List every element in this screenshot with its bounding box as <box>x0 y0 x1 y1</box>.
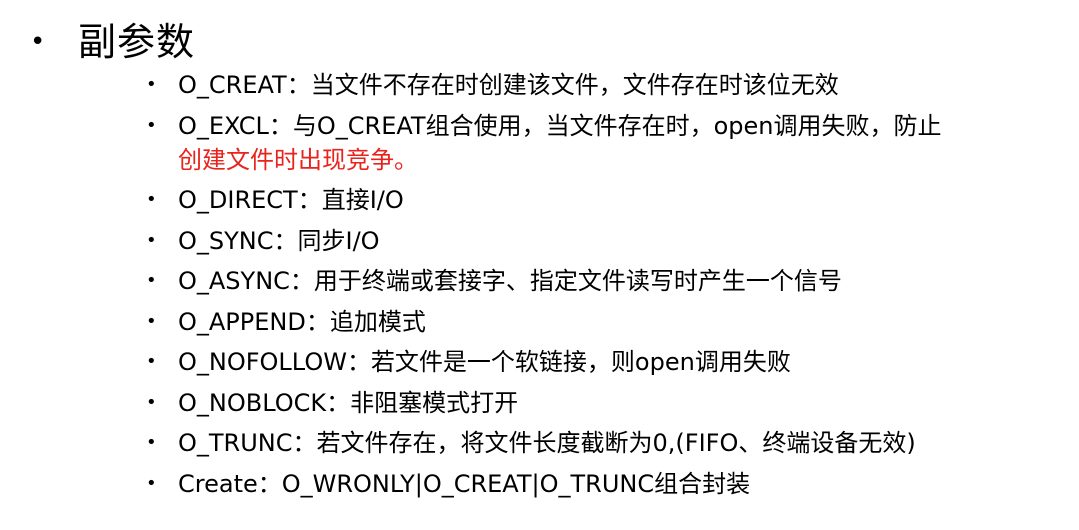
heading-bullet: • <box>30 27 46 57</box>
list-item-text: O_ASYNC：用于终端或套接字、指定文件读写时产生一个信号 <box>178 267 842 295</box>
list-item-text: O_NOFOLLOW：若文件是一个软链接，则open调用失败 <box>178 348 791 376</box>
heading-title: 副参数 <box>78 20 196 64</box>
list-item-text: O_EXCL：与O_CREAT组合使用，当文件存在时，open调用失败，防止 <box>178 111 942 140</box>
list-item-o-excl: • O_EXCL：与O_CREAT组合使用，当文件存在时，open调用失败，防止… <box>146 109 1056 177</box>
list-item-continuation: 创建文件时出现竞争。 <box>178 145 418 174</box>
bullet-icon: • <box>146 351 157 372</box>
list-item-create: • Create：O_WRONLY|O_CREAT|O_TRUNC组合封装 <box>146 467 1056 501</box>
bullet-icon: • <box>146 74 157 95</box>
list-item-o-async: • O_ASYNC：用于终端或套接字、指定文件读写时产生一个信号 <box>146 264 1056 298</box>
list-item-o-append: • O_APPEND：追加模式 <box>146 305 1056 339</box>
list-item-o-noblock: • O_NOBLOCK：非阻塞模式打开 <box>146 386 1056 420</box>
bullet-icon: • <box>146 114 157 136</box>
flag-list: • O_CREAT：当文件不存在时创建该文件，文件存在时该位无效 • O_EXC… <box>146 68 1056 507</box>
bullet-icon: • <box>146 270 157 291</box>
list-item-o-direct: • O_DIRECT：直接I/O <box>146 183 1056 217</box>
bullet-icon: • <box>146 432 157 453</box>
bullet-icon: • <box>146 472 157 494</box>
list-item-o-nofollow: • O_NOFOLLOW：若文件是一个软链接，则open调用失败 <box>146 345 1056 379</box>
bullet-icon: • <box>146 189 157 210</box>
list-item-o-sync: • O_SYNC：同步I/O <box>146 224 1056 258</box>
list-item-text: O_NOBLOCK：非阻塞模式打开 <box>178 388 519 417</box>
list-item-text: O_DIRECT：直接I/O <box>178 186 404 214</box>
list-item-text: O_TRUNC：若文件存在，将文件长度截断为0,(FIFO、终端设备无效) <box>178 429 916 457</box>
list-item-text: O_APPEND：追加模式 <box>178 307 426 336</box>
list-item-text: Create：O_WRONLY|O_CREAT|O_TRUNC组合封装 <box>178 469 751 498</box>
heading: • 副参数 <box>30 18 195 66</box>
bullet-icon: • <box>146 391 157 413</box>
list-item-o-trunc: • O_TRUNC：若文件存在，将文件长度截断为0,(FIFO、终端设备无效) <box>146 426 1056 460</box>
bullet-icon: • <box>146 310 157 332</box>
bullet-icon: • <box>146 229 157 251</box>
list-item-text: O_CREAT：当文件不存在时创建该文件，文件存在时该位无效 <box>178 71 839 99</box>
list-item-text: O_SYNC：同步I/O <box>178 226 380 255</box>
slide: • 副参数 • O_CREAT：当文件不存在时创建该文件，文件存在时该位无效 •… <box>0 0 1079 530</box>
list-item-o-creat: • O_CREAT：当文件不存在时创建该文件，文件存在时该位无效 <box>146 68 1056 102</box>
list-item-body: O_EXCL：与O_CREAT组合使用，当文件存在时，open调用失败，防止 创… <box>178 109 1056 177</box>
